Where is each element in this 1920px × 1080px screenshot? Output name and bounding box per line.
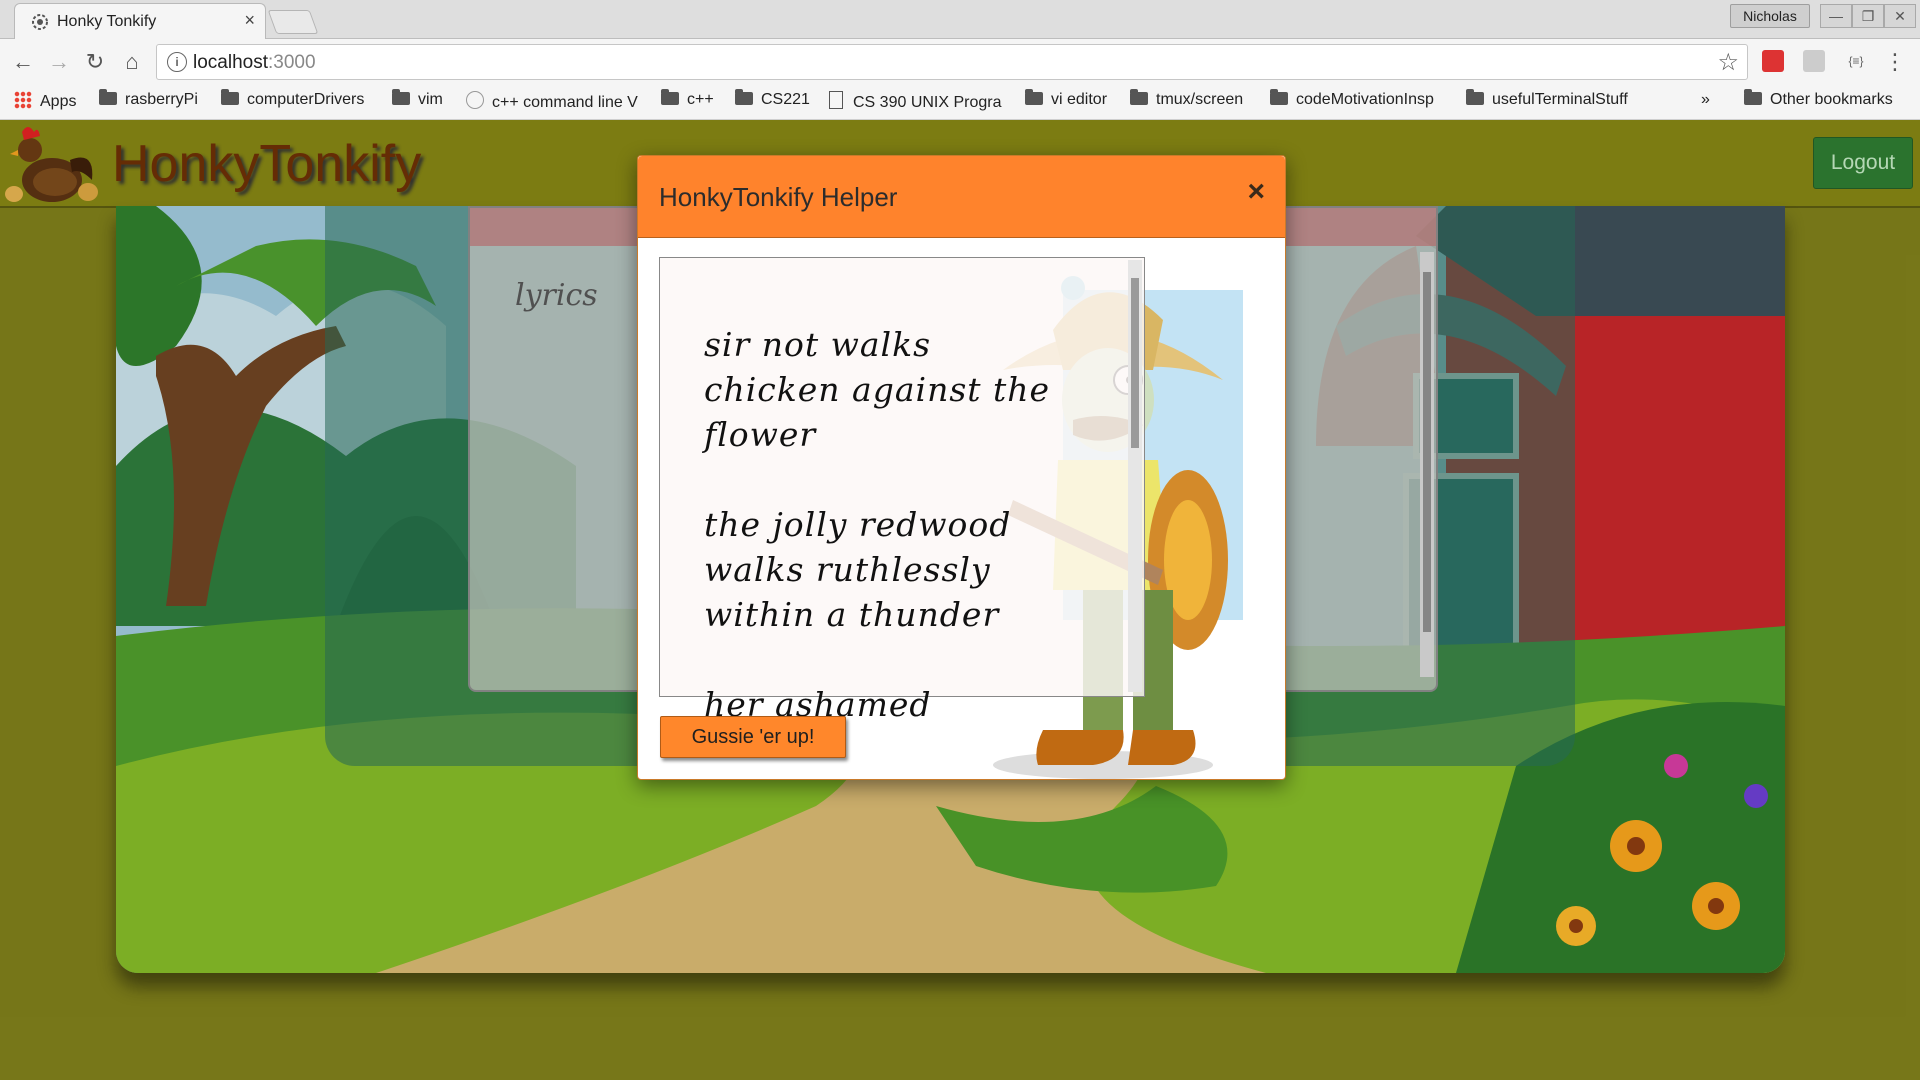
folder-icon (221, 89, 239, 105)
profile-button[interactable]: Nicholas (1730, 4, 1810, 28)
bookmark-label: c++ command line V (492, 94, 638, 111)
bookmark-label: computerDrivers (247, 91, 365, 108)
bookmark-folder[interactable]: CS221 (735, 89, 810, 109)
lyrics-output-textarea[interactable]: sir not walks chicken against the flower… (659, 257, 1145, 724)
app-page: HonkyTonkify Logout lyrics HonkyTonkify … (0, 120, 1920, 1080)
folder-icon (1130, 89, 1148, 105)
bookmark-label: vi editor (1051, 91, 1108, 108)
extension-red-icon[interactable] (1762, 50, 1784, 72)
extension-grey-icon[interactable] (1803, 50, 1825, 72)
browser-tab-strip: Honky Tonkify × Nicholas — ❐ ✕ (0, 0, 1920, 39)
menu-kebab-icon[interactable]: ⋮ (1880, 47, 1910, 77)
bookmark-label: rasberryPi (125, 91, 198, 108)
browser-tab[interactable]: Honky Tonkify × (14, 3, 266, 39)
folder-icon (99, 89, 117, 105)
bookmark-folder[interactable]: vi editor (1025, 89, 1108, 109)
address-bar[interactable]: i localhost:3000 ☆ (156, 44, 1748, 80)
bookmarks-overflow-icon[interactable]: » (1701, 91, 1710, 109)
url-host: localhost (193, 52, 268, 73)
folder-icon (661, 89, 679, 105)
info-icon[interactable]: i (167, 52, 187, 72)
minimize-icon[interactable]: — (1820, 4, 1852, 28)
bookmark-label: Other bookmarks (1770, 91, 1893, 108)
bookmark-folder[interactable]: rasberryPi (99, 89, 198, 109)
folder-icon (392, 89, 410, 105)
bookmark-folder[interactable]: computerDrivers (221, 89, 365, 109)
bookmark-folder[interactable]: usefulTerminalStuff (1466, 89, 1628, 109)
url-port: :3000 (268, 52, 316, 73)
bookmark-label: CS221 (761, 91, 810, 108)
bookmark-page[interactable]: CS 390 UNIX Progra (829, 91, 1002, 112)
folder-icon (1270, 89, 1288, 105)
modal-close-icon[interactable]: × (1247, 175, 1265, 209)
bookmark-apps[interactable]: Apps (14, 91, 76, 111)
url-text: localhost:3000 (193, 52, 316, 74)
reload-icon[interactable]: ↻ (80, 47, 110, 77)
rooster-favicon-icon (32, 14, 48, 30)
bookmark-folder[interactable]: c++ (661, 89, 714, 109)
folder-icon (735, 89, 753, 105)
bookmark-label: usefulTerminalStuff (1492, 91, 1628, 108)
bookmark-label: CS 390 UNIX Progra (853, 94, 1002, 111)
bookmark-label: c++ (687, 91, 714, 108)
bookmark-folder[interactable]: tmux/screen (1130, 89, 1244, 109)
bookmark-star-icon[interactable]: ☆ (1717, 48, 1739, 77)
modal-header: HonkyTonkify Helper × (638, 156, 1285, 238)
bookmark-folder[interactable]: codeMotivationInsp (1270, 89, 1434, 109)
home-icon[interactable]: ⌂ (117, 47, 147, 77)
page-icon (829, 91, 843, 109)
close-window-icon[interactable]: ✕ (1884, 4, 1916, 28)
json-extension-icon[interactable]: {≡} (1845, 50, 1867, 72)
forward-arrow-icon[interactable]: → (44, 47, 74, 77)
tab-title: Honky Tonkify (57, 13, 157, 30)
bookmark-label: tmux/screen (1156, 91, 1244, 108)
scrollbar-thumb[interactable] (1131, 278, 1139, 448)
lyrics-output-text: sir not walks chicken against the flower… (704, 325, 1051, 724)
tab-close-icon[interactable]: × (244, 10, 255, 31)
bookmark-other[interactable]: Other bookmarks (1744, 89, 1893, 109)
bookmark-folder[interactable]: vim (392, 89, 443, 109)
back-arrow-icon[interactable]: ← (8, 47, 38, 77)
folder-icon (1744, 89, 1762, 105)
browser-toolbar: ← → ↻ ⌂ i localhost:3000 ☆ {≡} ⋮ (0, 39, 1920, 85)
bookmark-label: Apps (40, 93, 77, 110)
folder-icon (1025, 89, 1043, 105)
bookmark-link[interactable]: c++ command line V (466, 91, 638, 112)
bookmark-label: vim (418, 91, 443, 108)
apps-grid-icon (14, 91, 32, 109)
restore-icon[interactable]: ❐ (1852, 4, 1884, 28)
folder-icon (1466, 89, 1484, 105)
globe-icon (466, 91, 484, 109)
modal-title: HonkyTonkify Helper (659, 182, 898, 212)
helper-modal: HonkyTonkify Helper × sir not walks chic… (637, 155, 1286, 780)
bookmarks-bar: Apps rasberryPi computerDrivers vim c++ … (0, 85, 1920, 120)
bookmark-label: codeMotivationInsp (1296, 91, 1434, 108)
gussie-up-button[interactable]: Gussie 'er up! (660, 716, 846, 758)
lyrics-scrollbar[interactable] (1128, 260, 1142, 692)
new-tab-button[interactable] (267, 10, 319, 34)
